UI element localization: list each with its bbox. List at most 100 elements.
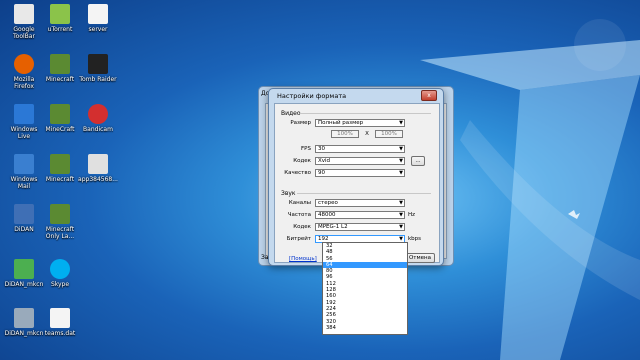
frequency-select[interactable]: 48000 ▼ — [315, 211, 405, 219]
dialog-body: Видео Размер Полный размер ▼ 100% X 100% … — [274, 103, 440, 263]
audio-codec-select[interactable]: MPEG-1 L2 ▼ — [315, 223, 405, 231]
settings-icon — [14, 308, 34, 328]
cancel-button[interactable]: Отмена — [405, 253, 435, 263]
desktop-icon[interactable]: DiDAN_mkcn — [4, 308, 44, 337]
chevron-down-icon: ▼ — [399, 170, 403, 176]
desktop-icon-label: Google ToolBar — [13, 26, 35, 40]
minecraft-icon — [50, 54, 70, 74]
channels-value: стерео — [318, 200, 338, 206]
quality-label: Качество — [284, 170, 311, 176]
minecraft-icon — [50, 204, 70, 224]
bitrate-label: Битрейт — [286, 236, 311, 242]
frequency-label: Частота — [287, 212, 311, 218]
frequency-unit: Hz — [408, 212, 416, 218]
dropdown-option[interactable]: 384 — [323, 325, 407, 331]
width-percent-field[interactable]: 100% — [331, 130, 359, 138]
file-icon — [50, 308, 70, 328]
desktop-icon[interactable]: server — [78, 4, 118, 33]
desktop-icon-label: Minecraft — [45, 176, 75, 183]
bitrate-dropdown-list[interactable]: 32 48 56 64 80 96 112 128 160 192 224 256 320 384 — [322, 242, 408, 335]
video-codec-select[interactable]: Xvid ▼ — [315, 157, 405, 165]
desktop-icon[interactable]: Minecraft — [40, 54, 80, 83]
audio-group-label: Звук — [281, 190, 296, 197]
windows-mail-icon — [14, 154, 34, 174]
desktop-icon[interactable]: Minecraft Only La... — [40, 204, 80, 240]
bandicam-icon — [88, 104, 108, 124]
skype-icon — [50, 259, 70, 279]
desktop-icon-label: Windows Mail — [10, 176, 38, 190]
dialog-title: Настройки формата — [277, 92, 347, 100]
chevron-down-icon: ▼ — [399, 120, 403, 126]
size-label: Размер — [290, 120, 311, 126]
desktop-icon[interactable]: Bandicam — [78, 104, 118, 133]
channels-label: Каналы — [288, 200, 311, 206]
quality-value: 90 — [318, 170, 325, 176]
desktop-icon-label: Tomb Raider — [79, 76, 117, 83]
desktop-icon-label: DiDAN_mkcn — [4, 281, 44, 288]
height-percent-field[interactable]: 100% — [375, 130, 403, 138]
utorrent-icon — [50, 4, 70, 24]
folder-icon — [14, 259, 34, 279]
video-codec-value: Xvid — [318, 158, 331, 164]
tomb-raider-icon — [88, 54, 108, 74]
size-select[interactable]: Полный размер ▼ — [315, 119, 405, 127]
desktop-icon-label: app384568... — [78, 176, 118, 183]
chevron-down-icon: ▼ — [399, 200, 403, 206]
codec-settings-button[interactable]: ... — [411, 156, 425, 166]
fps-label: FPS — [301, 146, 311, 152]
desktop-icon-label: server — [88, 26, 108, 33]
desktop-icon[interactable]: uTorrent — [40, 4, 80, 33]
chevron-down-icon: ▼ — [399, 224, 403, 230]
desktop-icon-label: Bandicam — [83, 126, 113, 133]
audio-codec-value: MPEG-1 L2 — [318, 224, 348, 230]
desktop-icon[interactable]: Minecraft — [40, 154, 80, 183]
desktop-icon[interactable]: DiDAN_mkcn — [4, 259, 44, 288]
close-icon: x — [427, 92, 431, 99]
fps-select[interactable]: 30 ▼ — [315, 145, 405, 153]
computer-icon — [14, 204, 34, 224]
desktop-icon-label: Mozilla Firefox — [13, 76, 35, 90]
video-group-label: Видео — [281, 110, 301, 117]
desktop-icon[interactable]: Windows Live — [4, 104, 44, 140]
size-value: Полный размер — [318, 120, 364, 126]
desktop-icon-label: Windows Live — [10, 126, 38, 140]
frequency-value: 48000 — [318, 212, 336, 218]
quality-select[interactable]: 90 ▼ — [315, 169, 405, 177]
desktop-icon-label: uTorrent — [47, 26, 73, 33]
help-link[interactable]: [Помощь] — [289, 256, 317, 262]
chevron-down-icon: ▼ — [399, 158, 403, 164]
desktop-icon-label: DiDAN_mkcn — [4, 330, 44, 337]
google-toolbar-icon — [14, 4, 34, 24]
fps-value: 30 — [318, 146, 325, 152]
desktop-icon[interactable]: Google ToolBar — [4, 4, 44, 40]
desktop-icon[interactable]: Skype — [40, 259, 80, 288]
divider — [301, 113, 431, 114]
close-button[interactable]: x — [421, 90, 437, 101]
windows-live-icon — [14, 104, 34, 124]
desktop-icon[interactable]: Tomb Raider — [78, 54, 118, 83]
chevron-down-icon: ▼ — [399, 212, 403, 218]
firefox-icon — [14, 54, 34, 74]
minecraft-icon — [50, 104, 70, 124]
desktop-icon-label: MineCraft — [45, 126, 75, 133]
divider — [297, 193, 431, 194]
desktop-icon[interactable]: Mozilla Firefox — [4, 54, 44, 90]
format-settings-dialog: Настройки формата x Видео Размер Полный … — [268, 88, 444, 266]
desktop-icon-label: teams.dat — [44, 330, 76, 337]
video-codec-label: Кодек — [293, 158, 311, 164]
desktop-icon[interactable]: app384568... — [78, 154, 118, 183]
desktop-icon[interactable]: Windows Mail — [4, 154, 44, 190]
minecraft-icon — [50, 154, 70, 174]
desktop-icon-label: Minecraft Only La... — [45, 226, 75, 240]
times-label: X — [365, 131, 369, 137]
bitrate-unit: kbps — [408, 236, 422, 242]
desktop-icon-label: DiDAN — [14, 226, 34, 233]
desktop-icon[interactable]: teams.dat — [40, 308, 80, 337]
desktop-icon[interactable]: DiDAN — [4, 204, 44, 233]
desktop-icon[interactable]: MineCraft — [40, 104, 80, 133]
desktop-icon-label: Minecraft — [45, 76, 75, 83]
file-icon — [88, 4, 108, 24]
desktop-icon-label: Skype — [50, 281, 70, 288]
app-icon — [88, 154, 108, 174]
channels-select[interactable]: стерео ▼ — [315, 199, 405, 207]
